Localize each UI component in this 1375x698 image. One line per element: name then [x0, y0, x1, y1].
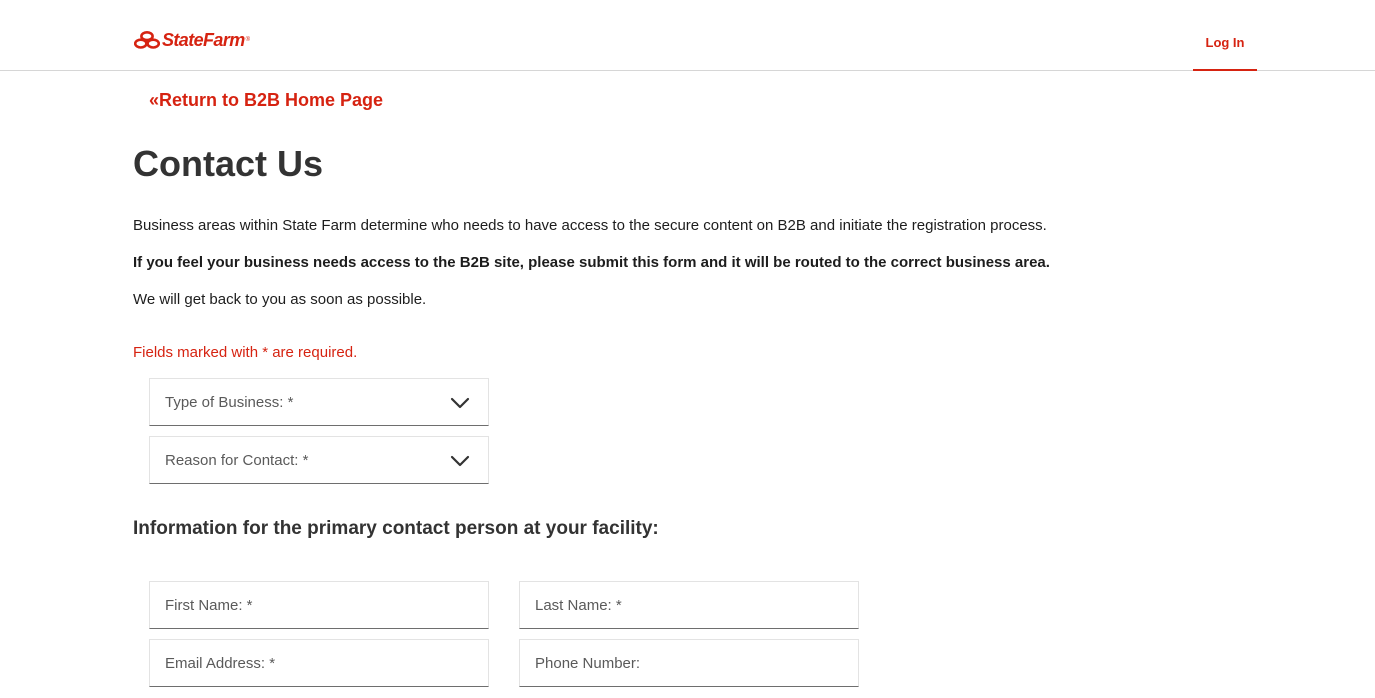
email-address-field[interactable]: Email Address: * — [149, 639, 489, 687]
state-farm-logo[interactable]: StateFarm ® — [134, 29, 250, 51]
last-name-label: Last Name: * — [535, 597, 622, 614]
state-farm-ovals-icon — [134, 31, 160, 49]
phone-number-label: Phone Number: — [535, 655, 641, 672]
type-of-business-label: Type of Business: * — [165, 394, 294, 411]
intro-paragraph: Business areas within State Farm determi… — [133, 217, 1047, 234]
first-name-label: First Name: * — [165, 597, 253, 614]
email-address-label: Email Address: * — [165, 655, 276, 672]
site-header: StateFarm ® Log In — [0, 0, 1375, 71]
logo-registered-mark: ® — [245, 37, 251, 43]
primary-contact-heading: Information for the primary contact pers… — [133, 518, 659, 539]
login-link[interactable]: Log In — [1193, 34, 1257, 71]
response-note-paragraph: We will get back to you as soon as possi… — [133, 291, 427, 308]
reason-for-contact-label: Reason for Contact: * — [165, 452, 309, 469]
page-title: Contact Us — [133, 143, 324, 184]
chevron-down-icon — [450, 397, 470, 409]
required-fields-note: Fields marked with * are required. — [133, 344, 358, 361]
return-to-b2b-home-link[interactable]: «Return to B2B Home Page — [149, 89, 383, 111]
first-name-field[interactable]: First Name: * — [149, 581, 489, 629]
chevron-down-icon — [450, 455, 470, 467]
reason-for-contact-select[interactable]: Reason for Contact: * — [149, 436, 489, 484]
last-name-field[interactable]: Last Name: * — [519, 581, 859, 629]
type-of-business-select[interactable]: Type of Business: * — [149, 378, 489, 426]
phone-number-field[interactable]: Phone Number: — [519, 639, 859, 687]
logo-wordmark: StateFarm — [162, 30, 245, 50]
access-instructions-paragraph: If you feel your business needs access t… — [133, 254, 1050, 271]
